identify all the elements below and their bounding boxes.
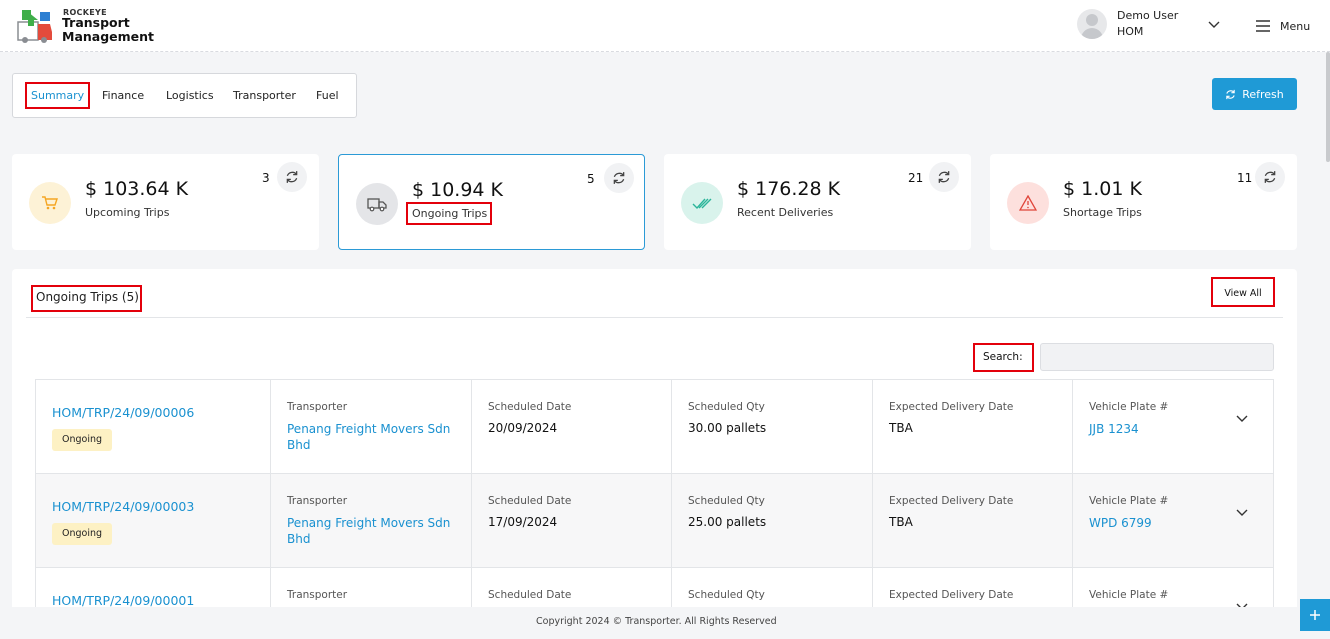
card-label: Upcoming Trips	[85, 206, 170, 219]
tab-transporter[interactable]: Transporter	[233, 89, 296, 102]
footer: Copyright 2024 © Transporter. All Rights…	[0, 607, 1330, 639]
scheduled-date-value: 20/09/2024	[488, 421, 558, 435]
card-refresh-button[interactable]	[604, 163, 634, 193]
scheduled-qty-label: Scheduled Qty	[688, 589, 765, 601]
brand-name-line2: Management	[62, 29, 155, 44]
vehicle-plate-label: Vehicle Plate #	[1089, 495, 1169, 507]
scheduled-date-label: Scheduled Date	[488, 495, 572, 507]
scrollbar[interactable]	[1326, 52, 1330, 162]
highlight-box	[973, 343, 1034, 372]
card-amount: $ 10.94 K	[412, 179, 504, 201]
expected-delivery-label: Expected Delivery Date	[889, 589, 1014, 601]
expected-delivery-label: Expected Delivery Date	[889, 495, 1014, 507]
refresh-icon	[1264, 171, 1276, 183]
card-label: Recent Deliveries	[737, 206, 834, 219]
card-count: 11	[1237, 171, 1253, 185]
highlight-box	[31, 285, 142, 312]
scheduled-qty-value: 25.00 pallets	[688, 515, 767, 529]
chevron-down-icon[interactable]	[1235, 505, 1249, 519]
refresh-icon	[938, 171, 950, 183]
menu-label: Menu	[1280, 19, 1311, 33]
card-amount: $ 176.28 K	[737, 178, 841, 200]
tab-fuel[interactable]: Fuel	[316, 89, 339, 102]
menu-button[interactable]: Menu	[1255, 17, 1310, 35]
table-row[interactable]: HOM/TRP/24/09/00003 Ongoing Transporter …	[35, 474, 1274, 568]
divider	[26, 317, 1283, 318]
refresh-label: Refresh	[1242, 87, 1284, 101]
truck-icon	[356, 183, 398, 225]
transporter-link[interactable]: Penang Freight Movers Sdn Bhd	[287, 421, 459, 453]
card-shortage-trips[interactable]: $ 1.01 K Shortage Trips 11	[990, 154, 1297, 250]
card-refresh-button[interactable]	[929, 162, 959, 192]
scheduled-date-label: Scheduled Date	[488, 401, 572, 413]
logo-icon	[17, 10, 52, 43]
vehicle-plate-label: Vehicle Plate #	[1089, 589, 1169, 601]
hamburger-icon	[1256, 20, 1270, 32]
user-name[interactable]: Demo User	[1117, 9, 1178, 22]
scheduled-qty-label: Scheduled Qty	[688, 495, 765, 507]
trip-id-link[interactable]: HOM/TRP/24/09/00001	[52, 593, 194, 608]
expected-delivery-value: TBA	[889, 421, 913, 435]
card-amount: $ 1.01 K	[1063, 178, 1142, 200]
card-count: 21	[908, 171, 924, 185]
card-upcoming-trips[interactable]: $ 103.64 K Upcoming Trips 3	[12, 154, 319, 250]
highlight-box	[406, 202, 492, 225]
scheduled-qty-value: 30.00 pallets	[688, 421, 767, 435]
ongoing-trips-panel: Ongoing Trips (5) View All Search: HOM/T…	[12, 269, 1297, 639]
transporter-label: Transporter	[287, 589, 348, 601]
transporter-label: Transporter	[287, 495, 348, 507]
avatar[interactable]	[1077, 9, 1107, 39]
card-label: Shortage Trips	[1063, 206, 1142, 219]
refresh-icon	[613, 172, 625, 184]
transporter-label: Transporter	[287, 401, 348, 413]
tab-finance[interactable]: Finance	[102, 89, 144, 102]
trips-table: HOM/TRP/24/09/00006 Ongoing Transporter …	[35, 379, 1274, 639]
expected-delivery-value: TBA	[889, 515, 913, 529]
status-badge: Ongoing	[52, 429, 113, 451]
highlight-box	[25, 82, 90, 109]
tab-logistics[interactable]: Logistics	[166, 89, 214, 102]
plus-icon	[1310, 610, 1320, 620]
tab-bar: Summary Finance Logistics Transporter Fu…	[12, 73, 357, 118]
trip-id-link[interactable]: HOM/TRP/24/09/00006	[52, 405, 194, 420]
chevron-down-icon[interactable]	[1235, 411, 1249, 425]
refresh-button[interactable]: Refresh	[1212, 78, 1297, 110]
scheduled-date-value: 17/09/2024	[488, 515, 558, 529]
card-ongoing-trips[interactable]: $ 10.94 K Ongoing Trips 5	[338, 154, 645, 250]
transporter-link[interactable]: Penang Freight Movers Sdn Bhd	[287, 515, 459, 547]
add-button[interactable]	[1300, 599, 1330, 631]
brand-name-line1: Transport	[62, 15, 130, 30]
double-check-icon	[681, 182, 723, 224]
status-badge: Ongoing	[52, 523, 113, 545]
app-header: ROCKEYE Transport Management Demo User H…	[0, 0, 1330, 52]
search-input[interactable]	[1040, 343, 1274, 371]
scheduled-date-label: Scheduled Date	[488, 589, 572, 601]
user-role[interactable]: HOM	[1117, 25, 1143, 38]
highlight-box	[1211, 277, 1275, 307]
card-count: 5	[587, 172, 595, 186]
card-refresh-button[interactable]	[277, 162, 307, 192]
table-row[interactable]: HOM/TRP/24/09/00006 Ongoing Transporter …	[35, 380, 1274, 474]
chevron-down-icon[interactable]	[1207, 17, 1221, 31]
copyright-text: Copyright 2024 © Transporter. All Rights…	[536, 616, 777, 627]
vehicle-plate-label: Vehicle Plate #	[1089, 401, 1169, 413]
refresh-icon	[286, 171, 298, 183]
card-refresh-button[interactable]	[1255, 162, 1285, 192]
brand-name: Transport Management	[62, 16, 154, 44]
expected-delivery-label: Expected Delivery Date	[889, 401, 1014, 413]
trip-id-link[interactable]: HOM/TRP/24/09/00003	[52, 499, 194, 514]
card-recent-deliveries[interactable]: $ 176.28 K Recent Deliveries 21	[664, 154, 971, 250]
refresh-icon	[1226, 89, 1235, 99]
card-count: 3	[262, 171, 270, 185]
scheduled-qty-label: Scheduled Qty	[688, 401, 765, 413]
card-amount: $ 103.64 K	[85, 178, 189, 200]
warning-icon	[1007, 182, 1049, 224]
cart-icon	[29, 182, 71, 224]
